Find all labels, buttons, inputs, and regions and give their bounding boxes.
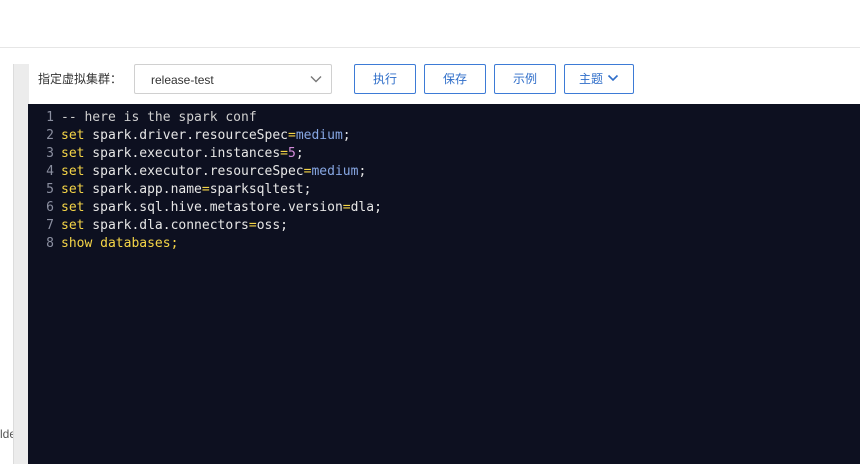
code-line: 6 set spark.sql.hive.metastore.version=dl… [28,199,860,217]
code-text: set spark.dla.connectors=oss; [61,217,288,235]
code-keyword: set [61,146,85,161]
code-value: sparksqltest [209,182,304,197]
code-terminator: ; [303,182,312,197]
code-value: medium [295,128,343,143]
code-text: set spark.executor.instances=5; [61,145,304,163]
code-keyword: set [61,182,85,197]
line-number: 6 [46,200,54,215]
chevron-down-icon [310,76,322,83]
code-line: 2 set spark.driver.resourceSpec=medium; [28,127,860,145]
cluster-select-value: release-test [151,73,214,87]
top-bar [0,0,860,48]
code-text: set spark.app.name=sparksqltest; [61,181,311,199]
code-terminator: ; [358,164,367,179]
code-keyword: set [61,218,85,233]
code-line: 4 set spark.executor.resourceSpec=medium; [28,163,860,181]
code-line: 5 set spark.app.name=sparksqltest; [28,181,860,199]
code-line: 3 set spark.executor.instances=5; [28,145,860,163]
theme-label: 主题 [578,72,603,86]
page: lde 指定虚拟集群： release-test 执行 保存 示例 主题 1 --… [0,0,860,464]
cluster-select[interactable]: release-test [134,64,332,94]
code-terminator: ; [170,236,179,251]
editor-toolbar: 指定虚拟集群： release-test 执行 保存 示例 主题 [28,64,860,104]
example-button[interactable]: 示例 [494,64,556,94]
code-operator: = [287,128,296,143]
code-value: medium [311,164,359,179]
code-identifier: spark.executor.instances [84,146,281,161]
code-identifier: spark.driver.resourceSpec [84,128,288,143]
line-number: 8 [46,236,54,251]
code-text: -- here is the spark conf [61,109,257,127]
code-identifier: spark.dla.connectors [84,218,249,233]
code-value: 5 [287,146,296,161]
code-identifier: spark.executor.resourceSpec [84,164,304,179]
code-identifier: spark.sql.hive.metastore.version [84,200,343,215]
left-panel-edge [13,64,29,464]
code-operator: = [248,218,257,233]
code-operator: = [201,182,210,197]
code-terminator: ; [295,146,304,161]
side-stub-text: lde [0,427,13,441]
code-text: set spark.driver.resourceSpec=medium; [61,127,351,145]
chevron-down-icon [607,74,619,82]
line-number: 1 [46,110,54,125]
code-keyword: show databases [61,236,171,251]
line-number: 3 [46,146,54,161]
code-terminator: ; [342,128,351,143]
code-value: dla [350,200,375,215]
code-keyword: set [61,164,85,179]
code-keyword: set [61,128,85,143]
code-text: set spark.executor.resourceSpec=medium; [61,163,366,181]
code-keyword: set [61,200,85,215]
save-button[interactable]: 保存 [424,64,486,94]
line-number: 7 [46,218,54,233]
code-text: set spark.sql.hive.metastore.version=dla… [61,199,382,217]
code-line: 7 set spark.dla.connectors=oss; [28,217,860,235]
code-terminator: ; [374,200,382,215]
code-editor[interactable]: 1 -- here is the spark conf 2 set spark.dri… [28,104,860,464]
run-button[interactable]: 执行 [354,64,416,94]
code-value: oss [256,218,281,233]
line-number: 5 [46,182,54,197]
code-operator: = [342,200,351,215]
code-text: show databases; [61,235,178,253]
code-identifier: spark.app.name [84,182,202,197]
code-comment: -- here is the spark conf [61,110,257,125]
code-operator: = [280,146,288,161]
code-line: 8 show databases; [28,235,860,253]
theme-dropdown-button[interactable]: 主题 [564,64,634,94]
line-number: 2 [46,128,54,143]
line-number: 4 [46,164,54,179]
cluster-label: 指定虚拟集群： [38,72,123,86]
code-line: 1 -- here is the spark conf [28,109,860,127]
code-terminator: ; [280,218,288,233]
